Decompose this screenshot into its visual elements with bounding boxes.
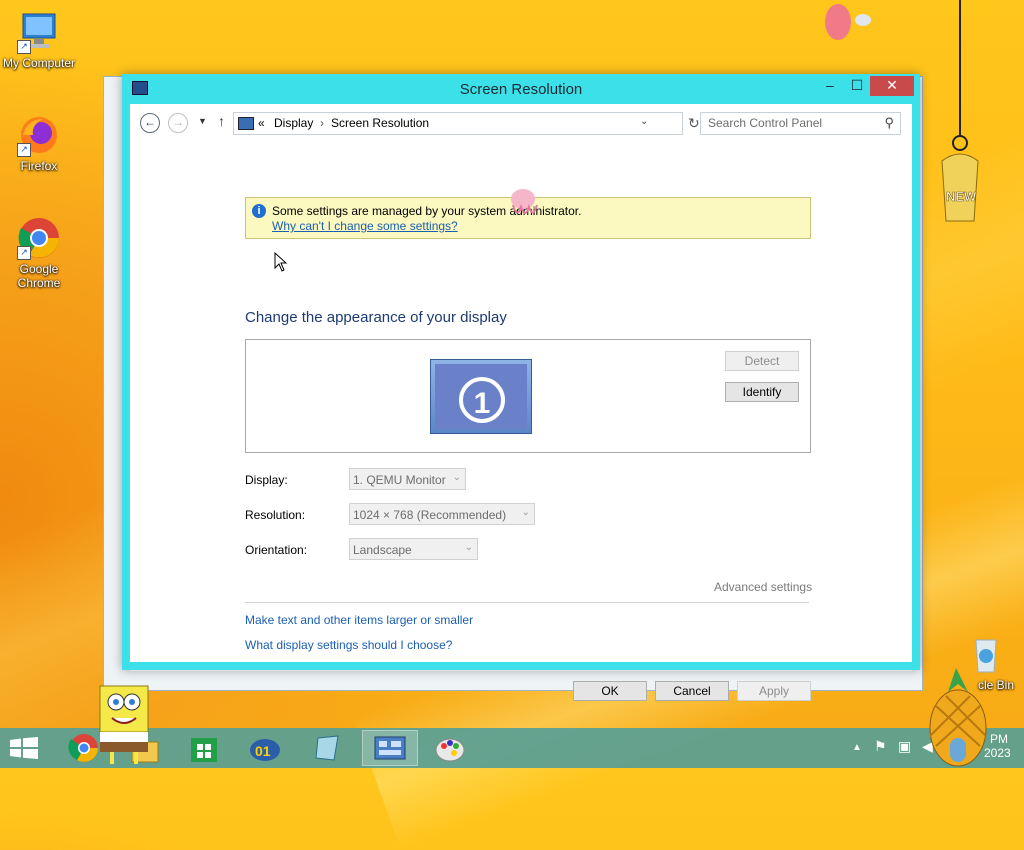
shortcut-arrow-icon: ↗	[17, 246, 31, 260]
new-tag-decoration: NEW	[924, 135, 984, 228]
why-cant-change-link[interactable]: Why can't I change some settings?	[272, 219, 458, 233]
search-icon[interactable]: ⚲	[884, 115, 894, 131]
cancel-button[interactable]: Cancel	[655, 681, 729, 701]
jellyfish-decoration	[818, 0, 878, 48]
network-icon[interactable]: ▣	[898, 738, 911, 755]
identify-button[interactable]: Identify	[725, 382, 799, 402]
text-size-link[interactable]: Make text and other items larger or smal…	[245, 613, 473, 627]
display-value: 1. QEMU Monitor	[353, 473, 446, 487]
navigation-bar: ← → ▼ ↑ « Display › Screen Resolution ⌄ …	[130, 104, 912, 142]
chevron-down-icon: ⌄	[521, 507, 530, 518]
svg-text:01: 01	[255, 743, 271, 759]
breadcrumb-screen-resolution[interactable]: Screen Resolution	[331, 116, 429, 130]
taskbar-app-3[interactable]	[300, 730, 356, 766]
taskbar-paint[interactable]	[424, 730, 480, 766]
orientation-value: Landscape	[353, 543, 412, 557]
show-hidden-icons-chevron-icon[interactable]: ▲	[852, 742, 862, 753]
control-panel-icon	[238, 117, 254, 130]
svg-text:NEW: NEW	[946, 189, 977, 204]
search-input[interactable]: Search Control Panel	[708, 116, 822, 130]
shortcut-arrow-icon: ↗	[17, 143, 31, 157]
monitor-1-thumbnail[interactable]: 1	[430, 359, 532, 434]
action-center-flag-icon[interactable]: ⚑	[874, 738, 887, 755]
taskbar-store[interactable]	[176, 730, 232, 766]
monitor-arrangement-area: 1 Detect Identify	[245, 339, 811, 453]
orientation-select[interactable]: Landscape ⌄	[349, 538, 478, 560]
recent-pages-chevron-icon[interactable]: ▼	[198, 116, 207, 126]
start-button[interactable]	[10, 737, 38, 762]
display-label: Display:	[245, 473, 288, 487]
back-button[interactable]: ←	[140, 113, 160, 133]
desktop-icon-label: My Computer	[2, 56, 76, 70]
chevron-down-icon: ⌄	[452, 472, 461, 483]
desktop-icon-firefox[interactable]: ↗ Firefox	[1, 113, 77, 173]
taskbar-control-panel[interactable]	[362, 730, 418, 766]
firefox-icon: ↗	[17, 113, 61, 157]
desktop-icon-chrome[interactable]: ↗ Google Chrome	[1, 216, 77, 290]
divider	[245, 602, 809, 603]
computer-icon: ↗	[17, 10, 61, 54]
detect-button[interactable]: Detect	[725, 351, 799, 371]
forward-button[interactable]: →	[168, 113, 188, 133]
chevron-down-icon: ⌄	[464, 542, 473, 553]
address-bar[interactable]: « Display › Screen Resolution ⌄	[233, 112, 683, 135]
pineapple-house-decoration	[926, 666, 990, 771]
resolution-value: 1024 × 768 (Recommended)	[353, 508, 507, 522]
monitor-number: 1	[459, 377, 505, 423]
taskbar-app-2[interactable]: 01	[238, 730, 294, 766]
desktop-icon-my-computer[interactable]: ↗ My Computer	[1, 10, 77, 70]
sponge-character-decoration	[94, 682, 156, 771]
shortcut-arrow-icon: ↗	[17, 40, 31, 54]
desktop-icon-label: Firefox	[20, 159, 58, 173]
apply-button[interactable]: Apply	[737, 681, 811, 701]
maximize-button[interactable]: ☐	[846, 76, 868, 96]
screen-resolution-window: Screen Resolution – ☐ ✕ ← → ▼ ↑ « Displa…	[122, 74, 920, 701]
orientation-label: Orientation:	[245, 543, 308, 557]
cursor-toy-jellyfish-decoration	[503, 185, 549, 224]
up-arrow-button[interactable]: ↑	[218, 113, 225, 129]
hanging-string	[959, 0, 961, 135]
search-box[interactable]: Search Control Panel ⚲	[700, 112, 901, 135]
display-select[interactable]: 1. QEMU Monitor ⌄	[349, 468, 466, 490]
desktop-icon-label: Google Chrome	[17, 262, 61, 290]
title-bar[interactable]: Screen Resolution – ☐ ✕	[122, 74, 920, 104]
minimize-button[interactable]: –	[820, 76, 840, 96]
advanced-settings-link[interactable]: Advanced settings	[714, 580, 812, 594]
resolution-select[interactable]: 1024 × 768 (Recommended) ⌄	[349, 503, 535, 525]
chrome-icon: ↗	[17, 216, 61, 260]
info-icon: i	[252, 204, 266, 218]
display-help-link[interactable]: What display settings should I choose?	[245, 638, 452, 652]
mouse-cursor-icon	[274, 251, 288, 275]
address-dropdown-icon[interactable]: ⌄	[640, 116, 648, 127]
breadcrumb-display[interactable]: Display	[274, 116, 313, 130]
close-button[interactable]: ✕	[870, 76, 914, 96]
window-title: Screen Resolution	[459, 81, 583, 98]
resolution-label: Resolution:	[245, 508, 306, 522]
breadcrumb-separator: ›	[320, 116, 324, 130]
refresh-icon[interactable]: ↻	[688, 115, 700, 132]
address-overflow-chevron[interactable]: «	[258, 116, 265, 130]
footer-divider	[130, 670, 912, 671]
ok-button[interactable]: OK	[573, 681, 647, 701]
page-heading: Change the appearance of your display	[245, 309, 507, 326]
